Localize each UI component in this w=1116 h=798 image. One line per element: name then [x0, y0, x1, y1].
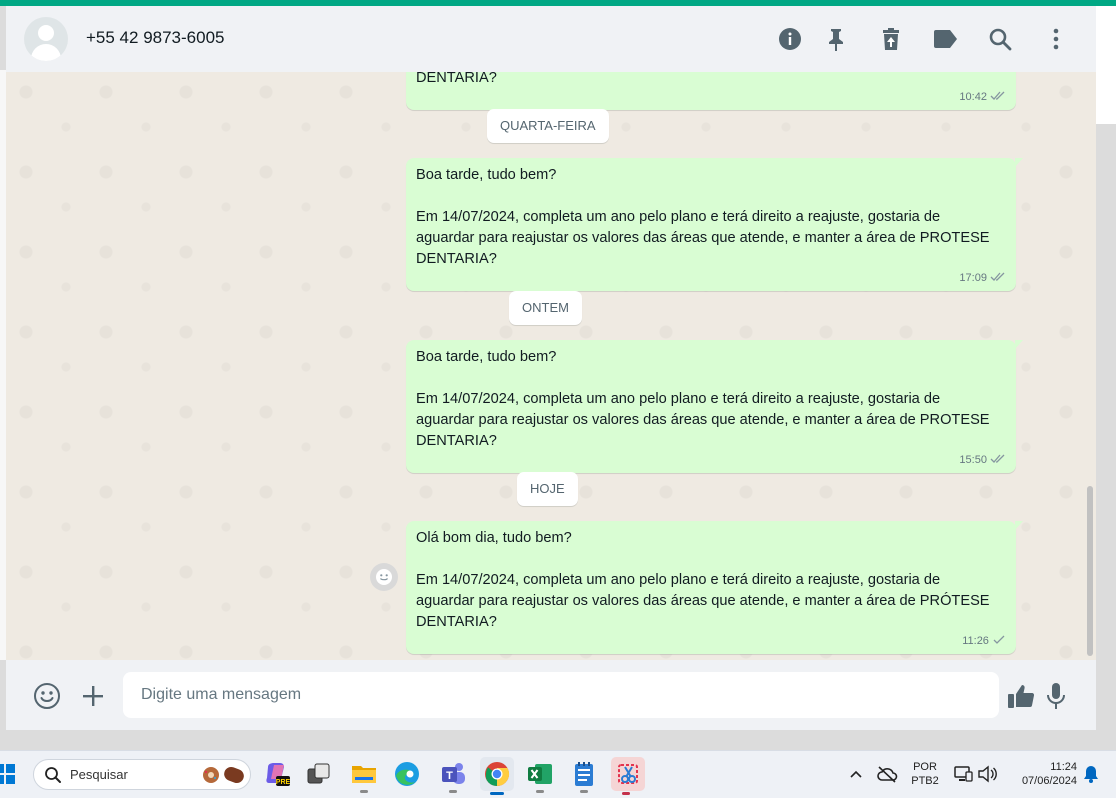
- message-meta: 17:09: [416, 271, 1006, 285]
- info-icon[interactable]: [777, 26, 803, 52]
- message-text: DENTARIA?: [416, 614, 497, 630]
- sent-tick-icon: [992, 635, 1006, 647]
- label-icon[interactable]: [932, 26, 958, 52]
- svg-text:T: T: [446, 770, 453, 782]
- message-time: 11:26: [962, 635, 989, 647]
- excel-icon[interactable]: [525, 759, 555, 793]
- message-text: Em 14/07/2024, completa um ano pelo plan…: [416, 572, 941, 588]
- taskbar-search[interactable]: Pesquisar: [33, 759, 251, 790]
- message-text: aguardar para reajustar os valores das á…: [416, 230, 990, 246]
- message-time: 17:09: [959, 272, 987, 284]
- whatsapp-window: +55 42 9873-6005 DENTARIA? 10:42 QUARTA-…: [6, 6, 1096, 730]
- date-divider: QUARTA-FEIRA: [487, 109, 609, 143]
- react-emoji-icon[interactable]: [370, 563, 398, 591]
- svg-text:PRE: PRE: [276, 779, 290, 786]
- language-code: POR: [913, 761, 937, 773]
- message-text: aguardar para reajustar os valores das á…: [416, 412, 990, 428]
- emoji-icon[interactable]: [32, 681, 62, 711]
- search-placeholder: Pesquisar: [70, 767, 128, 782]
- thumbs-up-icon[interactable]: [1006, 681, 1036, 711]
- message-input[interactable]: [123, 672, 999, 718]
- message-text: DENTARIA?: [416, 433, 497, 449]
- pin-icon[interactable]: [823, 26, 849, 52]
- cloud-offline-icon[interactable]: [872, 759, 902, 789]
- chevron-up-icon[interactable]: [841, 759, 871, 789]
- message-text: Boa tarde, tudo bem?: [416, 349, 557, 365]
- message-meta: 15:50: [416, 453, 1006, 467]
- taskbar-clock[interactable]: 11:24 07/06/2024: [1007, 760, 1077, 788]
- contact-name[interactable]: +55 42 9873-6005: [86, 28, 225, 48]
- notification-bell-icon[interactable]: [1076, 759, 1106, 789]
- contact-avatar[interactable]: [24, 17, 68, 61]
- message-text: aguardar para reajustar os valores das á…: [416, 593, 990, 609]
- microphone-icon[interactable]: [1041, 681, 1071, 711]
- read-ticks-icon: [990, 272, 1006, 284]
- message-bubble-outgoing[interactable]: Boa tarde, tudo bem? Em 14/07/2024, comp…: [406, 158, 1023, 291]
- read-ticks-icon: [990, 454, 1006, 466]
- message-text: Em 14/07/2024, completa um ano pelo plan…: [416, 209, 941, 225]
- clock-time: 11:24: [1050, 761, 1077, 773]
- background-window-edge: [1095, 6, 1116, 124]
- read-ticks-icon: [990, 91, 1006, 103]
- active-indicator: [490, 792, 504, 795]
- running-indicator: [622, 792, 630, 795]
- bubble-tail: [1015, 340, 1023, 349]
- message-text: Em 14/07/2024, completa um ano pelo plan…: [416, 391, 941, 407]
- message-text: Olá bom dia, tudo bem?: [416, 530, 572, 546]
- delete-icon[interactable]: [878, 26, 904, 52]
- search-icon: [44, 766, 62, 789]
- chat-scrollbar[interactable]: [1087, 486, 1093, 656]
- windows-start-icon[interactable]: [0, 759, 20, 789]
- copilot-pre-icon[interactable]: PRE: [262, 759, 292, 789]
- message-bubble-outgoing[interactable]: Olá bom dia, tudo bem? Em 14/07/2024, co…: [406, 521, 1023, 654]
- message-meta: 10:42: [416, 90, 1006, 104]
- running-indicator: [360, 790, 368, 793]
- edge-icon[interactable]: [392, 759, 422, 789]
- search-icon[interactable]: [987, 26, 1013, 52]
- message-time: 10:42: [959, 91, 987, 103]
- bubble-tail: [1015, 158, 1023, 167]
- message-text: DENTARIA?: [416, 251, 497, 267]
- conversation-panel[interactable]: DENTARIA? 10:42 QUARTA-FEIRA Boa tarde, …: [6, 72, 1096, 660]
- message-bubble-outgoing[interactable]: Boa tarde, tudo bem? Em 14/07/2024, comp…: [406, 340, 1023, 473]
- chat-header[interactable]: +55 42 9873-6005: [6, 6, 1096, 73]
- date-divider: ONTEM: [509, 291, 582, 325]
- message-text: DENTARIA?: [416, 72, 497, 86]
- clock-date: 07/06/2024: [1021, 775, 1077, 787]
- more-options-icon[interactable]: [1043, 26, 1069, 52]
- teams-icon[interactable]: T: [438, 759, 468, 793]
- message-input-box[interactable]: [123, 672, 999, 718]
- chrome-icon[interactable]: [480, 757, 514, 795]
- snipping-tool-icon[interactable]: [611, 757, 645, 795]
- language-indicator[interactable]: POR PTB2: [907, 760, 943, 788]
- volume-icon[interactable]: [972, 759, 1002, 789]
- attach-plus-icon[interactable]: [78, 681, 108, 711]
- bubble-tail: [1015, 521, 1023, 530]
- message-meta: 11:26: [416, 634, 1006, 648]
- windows-taskbar: Pesquisar PRE T POR PTB2 11:24 07/06/202…: [0, 750, 1116, 798]
- message-bubble-outgoing[interactable]: DENTARIA? 10:42: [406, 72, 1016, 110]
- date-divider: HOJE: [517, 472, 578, 506]
- running-indicator: [449, 790, 457, 793]
- message-composer: [6, 660, 1096, 730]
- file-explorer-icon[interactable]: [349, 759, 379, 793]
- running-indicator: [536, 790, 544, 793]
- search-highlight-icon: [200, 765, 246, 790]
- running-indicator: [580, 790, 588, 793]
- task-view-icon[interactable]: [304, 759, 334, 789]
- message-text: Boa tarde, tudo bem?: [416, 167, 557, 183]
- message-time: 15:50: [959, 454, 987, 466]
- notepad-icon[interactable]: [569, 759, 599, 793]
- keyboard-layout: PTB2: [911, 775, 939, 787]
